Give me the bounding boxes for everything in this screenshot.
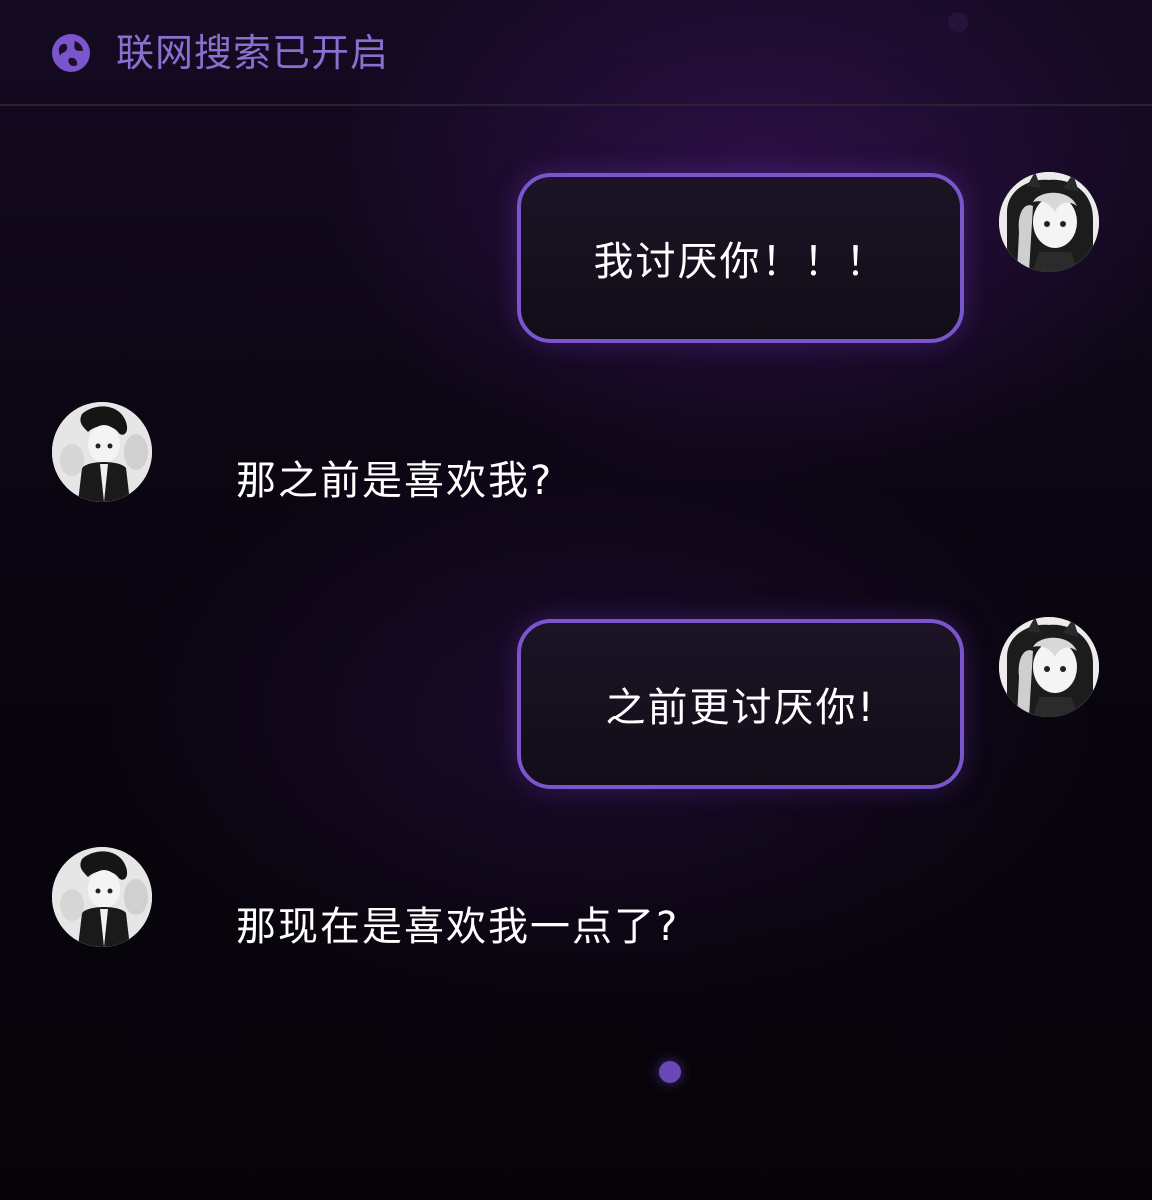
assistant-avatar[interactable] [52, 847, 152, 947]
user-avatar[interactable] [999, 617, 1099, 717]
user-message-bubble[interactable]: 我讨厌你！！！ [517, 173, 964, 343]
assistant-avatar[interactable] [52, 402, 152, 502]
user-avatar[interactable] [999, 172, 1099, 272]
typing-dot-icon [659, 1061, 681, 1083]
search-status-header: 联网搜索已开启 [0, 0, 1152, 106]
message-text: 之前更讨厌你! [605, 685, 876, 731]
message-text: 我讨厌你！！！ [593, 239, 888, 285]
decorative-glow [948, 12, 968, 32]
user-message-bubble[interactable]: 之前更讨厌你! [517, 619, 964, 789]
globe-icon [50, 32, 92, 74]
search-status-text: 联网搜索已开启 [116, 31, 390, 75]
assistant-message-text: 那现在是喜欢我一点了? [236, 904, 680, 950]
assistant-message-text: 那之前是喜欢我? [236, 458, 554, 504]
